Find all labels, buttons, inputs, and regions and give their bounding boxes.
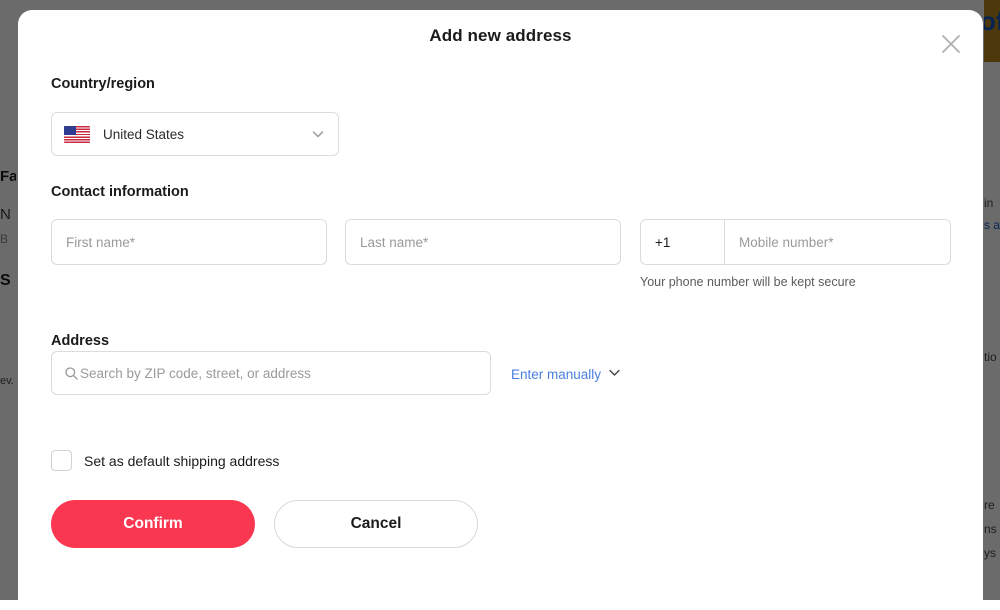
country-region-label: Country/region: [51, 76, 155, 92]
default-shipping-label: Set as default shipping address: [84, 453, 279, 469]
address-search-placeholder: Search by ZIP code, street, or address: [80, 366, 311, 381]
first-name-placeholder: First name*: [66, 235, 135, 250]
default-shipping-checkbox[interactable]: [51, 450, 72, 471]
add-address-modal: Add new address Country/region United St…: [18, 10, 983, 610]
last-name-placeholder: Last name*: [360, 235, 428, 250]
last-name-input[interactable]: Last name*: [345, 219, 621, 265]
chevron-down-icon: [310, 126, 326, 142]
contact-information-label: Contact information: [51, 184, 189, 200]
default-shipping-row[interactable]: Set as default shipping address: [51, 450, 279, 471]
enter-manually-link[interactable]: Enter manually: [511, 365, 622, 383]
country-select[interactable]: United States: [51, 112, 339, 156]
first-name-input[interactable]: First name*: [51, 219, 327, 265]
cancel-button[interactable]: Cancel: [274, 500, 478, 548]
phone-country-code-select[interactable]: +1: [640, 219, 724, 265]
close-icon: [940, 33, 962, 55]
close-button[interactable]: [933, 26, 969, 62]
chevron-down-icon: [607, 365, 622, 383]
mobile-number-placeholder: Mobile number*: [739, 235, 834, 250]
address-search-input[interactable]: Search by ZIP code, street, or address: [51, 351, 491, 395]
page-title: Add new address: [18, 26, 983, 46]
phone-field-group: +1 Mobile number*: [640, 219, 951, 265]
confirm-button[interactable]: Confirm: [51, 500, 255, 548]
phone-secure-hint: Your phone number will be kept secure: [640, 275, 856, 289]
phone-country-code-value: +1: [655, 235, 670, 250]
cancel-button-label: Cancel: [351, 515, 402, 533]
country-select-value: United States: [103, 127, 184, 142]
enter-manually-label: Enter manually: [511, 367, 601, 382]
us-flag-icon: [64, 126, 90, 143]
mobile-number-input[interactable]: Mobile number*: [724, 219, 951, 265]
search-icon: [64, 366, 79, 381]
address-label: Address: [51, 333, 109, 349]
confirm-button-label: Confirm: [123, 515, 182, 533]
